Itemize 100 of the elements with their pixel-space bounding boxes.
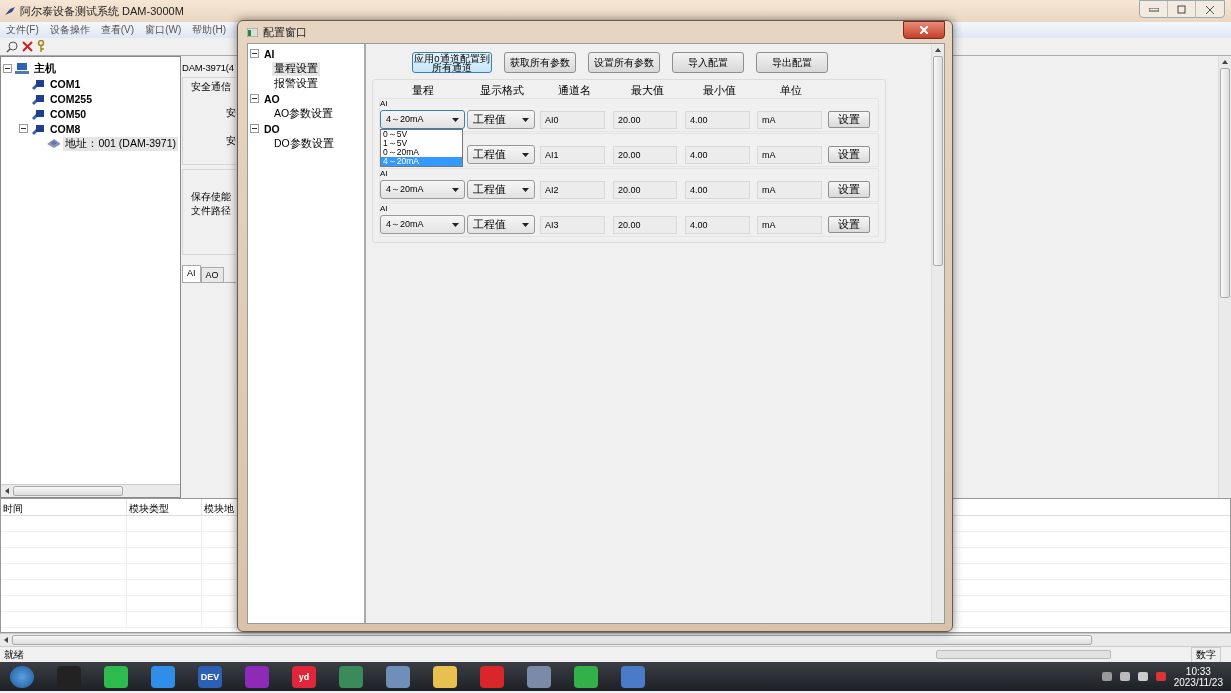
collapse-icon[interactable] — [250, 49, 259, 58]
min-value-field[interactable]: 4.00 — [685, 215, 750, 234]
tree-item[interactable]: COM50 — [48, 107, 89, 120]
vertical-scrollbar[interactable] — [931, 44, 944, 623]
channel-name-field[interactable]: AI2 — [540, 180, 605, 199]
column-header[interactable]: 时间 — [1, 499, 127, 515]
tree-item[interactable]: AO — [262, 92, 282, 105]
tree-item[interactable]: 主机 — [32, 61, 58, 76]
channel-name-field[interactable]: AI1 — [540, 145, 605, 164]
horizontal-scrollbar[interactable] — [0, 633, 1231, 646]
action-button[interactable]: 设置所有参数 — [588, 52, 660, 73]
action-button[interactable]: 导入配置 — [672, 52, 744, 73]
action-button[interactable]: 导出配置 — [756, 52, 828, 73]
serial-port-icon — [31, 122, 45, 135]
menu-item[interactable]: 设备操作 — [49, 23, 90, 37]
minimize-icon — [1148, 7, 1159, 12]
start-orb-icon[interactable] — [10, 665, 34, 688]
collapse-icon[interactable] — [250, 94, 259, 103]
range-dropdown[interactable]: 4～20mA — [380, 215, 465, 234]
tree-item[interactable]: 报警设置 — [272, 76, 320, 91]
device-title: DAM-3971(4 — [182, 62, 234, 73]
close-button[interactable] — [903, 21, 945, 39]
module-icon — [46, 138, 61, 149]
tree-item[interactable]: AI — [262, 47, 277, 60]
field-label: 文件路径 — [191, 204, 232, 218]
collapse-icon[interactable] — [19, 124, 28, 133]
max-value-field[interactable]: 20.00 — [613, 215, 677, 234]
serial-port-icon — [31, 92, 45, 105]
tree-item[interactable]: AO参数设置 — [272, 106, 336, 121]
scroll-up-arrow-icon[interactable] — [935, 48, 941, 52]
unit-field[interactable]: mA — [757, 145, 822, 164]
tree-item[interactable]: COM8 — [48, 122, 83, 135]
caret-icon — [452, 187, 459, 192]
column-header[interactable]: 模块类型 — [127, 499, 202, 515]
field-label: 保存使能 — [191, 190, 232, 204]
min-value-field[interactable]: 4.00 — [685, 145, 750, 164]
channel-label: AI — [380, 169, 389, 179]
action-button[interactable]: 应用0通道配置到所有通道 — [412, 52, 492, 73]
scroll-left-arrow-icon[interactable] — [4, 637, 8, 643]
restore-icon — [1177, 5, 1186, 14]
tree-item[interactable]: DO参数设置 — [272, 136, 336, 151]
menu-item[interactable]: 窗口(W) — [145, 23, 182, 37]
yd-app-icon[interactable]: yd — [292, 665, 316, 688]
column-header: 量程 — [410, 84, 435, 98]
delete-icon[interactable] — [22, 41, 33, 52]
caret-icon — [452, 117, 459, 122]
menu-item[interactable]: 帮助(H) — [192, 23, 227, 37]
caret-icon — [522, 117, 529, 122]
min-value-field[interactable]: 4.00 — [685, 180, 750, 199]
channel-name-field[interactable]: AI3 — [540, 215, 605, 234]
set-button[interactable]: 设置 — [828, 146, 870, 163]
format-dropdown[interactable]: 工程值 — [467, 110, 535, 129]
tab[interactable]: AO — [200, 267, 224, 282]
unit-field[interactable]: mA — [757, 110, 822, 129]
clock-date[interactable]: 2023/11/23 — [1173, 676, 1223, 688]
format-dropdown[interactable]: 工程值 — [467, 145, 535, 164]
clock-time[interactable]: 10:33 — [1185, 665, 1211, 677]
max-value-field[interactable]: 20.00 — [613, 145, 677, 164]
format-dropdown[interactable]: 工程值 — [467, 180, 535, 199]
tree-item[interactable]: 量程设置 — [272, 61, 320, 76]
serial-port-icon — [31, 77, 45, 90]
dev-app-icon[interactable]: DEV — [198, 665, 222, 688]
window-title: 阿尔泰设备测试系统 DAM-3000M — [20, 3, 184, 19]
vertical-scrollbar[interactable] — [1218, 56, 1231, 498]
unit-field[interactable]: mA — [757, 180, 822, 199]
caret-icon — [522, 152, 529, 157]
scroll-left-arrow-icon[interactable] — [5, 488, 9, 494]
close-icon — [1206, 5, 1214, 14]
set-button[interactable]: 设置 — [828, 111, 870, 128]
column-header: 通道名 — [557, 84, 592, 98]
max-value-field[interactable]: 20.00 — [613, 110, 677, 129]
action-button[interactable]: 获取所有参数 — [504, 52, 576, 73]
column-header: 最大值 — [629, 84, 665, 98]
range-dropdown[interactable]: 4～20mA — [380, 180, 465, 199]
tab[interactable]: AI — [182, 265, 201, 282]
format-dropdown[interactable]: 工程值 — [467, 215, 535, 234]
set-button[interactable]: 设置 — [828, 216, 870, 233]
computer-icon — [15, 62, 29, 75]
tree-item[interactable]: 地址：001 (DAM-3971) — [63, 136, 178, 151]
tree-item[interactable]: COM255 — [48, 92, 94, 105]
collapse-icon[interactable] — [250, 124, 259, 133]
menu-item[interactable]: 文件(F) — [6, 23, 39, 37]
column-header: 显示格式 — [479, 84, 525, 98]
tree-item[interactable]: DO — [262, 122, 282, 135]
range-dropdown[interactable]: 4～20mA — [380, 110, 465, 129]
field-label: 安 — [226, 106, 236, 120]
channel-name-field[interactable]: AI0 — [540, 110, 605, 129]
app-logo-icon — [4, 6, 16, 16]
channel-label: AI — [380, 204, 389, 214]
unit-field[interactable]: mA — [757, 215, 822, 234]
menu-item[interactable]: 查看(V) — [100, 23, 135, 37]
tree-item[interactable]: COM1 — [48, 77, 83, 90]
min-value-field[interactable]: 4.00 — [685, 110, 750, 129]
horizontal-scrollbar[interactable] — [1, 484, 180, 497]
scroll-up-arrow-icon[interactable] — [1222, 60, 1228, 64]
set-button[interactable]: 设置 — [828, 181, 870, 198]
max-value-field[interactable]: 20.00 — [613, 180, 677, 199]
key-icon[interactable] — [37, 40, 45, 53]
collapse-icon[interactable] — [3, 64, 12, 73]
search-icon[interactable] — [6, 40, 18, 53]
